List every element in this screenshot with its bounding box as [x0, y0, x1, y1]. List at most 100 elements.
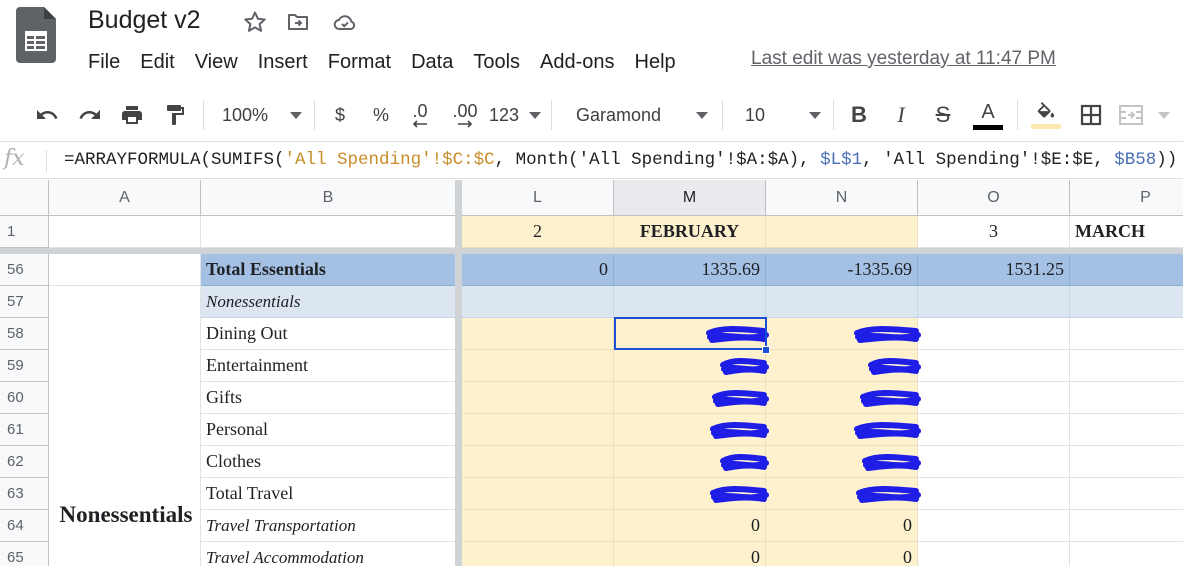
- select-all-corner[interactable]: [0, 180, 49, 216]
- last-edit-link[interactable]: Last edit was yesterday at 11:47 PM: [751, 48, 1056, 70]
- more-formats-button[interactable]: 123: [489, 92, 541, 138]
- cell-m58[interactable]: [614, 318, 766, 350]
- fill-color-button[interactable]: [1028, 92, 1064, 138]
- column-header-a[interactable]: A: [49, 180, 201, 216]
- cell-p56[interactable]: 148: [1070, 254, 1183, 286]
- cell-p59[interactable]: [1070, 350, 1183, 382]
- cell-p58[interactable]: [1070, 318, 1183, 350]
- row-header[interactable]: 1: [0, 216, 49, 248]
- cell-b65[interactable]: Travel Accommodation: [201, 542, 456, 566]
- text-color-button[interactable]: A: [970, 92, 1006, 138]
- cell-p63[interactable]: 19: [1070, 478, 1183, 510]
- cell-l56[interactable]: 0: [462, 254, 614, 286]
- frozen-rows-divider[interactable]: [0, 248, 1183, 254]
- merge-cells-button[interactable]: [1118, 92, 1183, 138]
- cell-b56[interactable]: Total Essentials: [201, 254, 456, 286]
- cell-p1[interactable]: MARCH: [1070, 216, 1183, 248]
- cell-l59[interactable]: [462, 350, 614, 382]
- cell-l63[interactable]: [462, 478, 614, 510]
- print-button[interactable]: [115, 92, 149, 138]
- column-header-b[interactable]: B: [201, 180, 456, 216]
- cloud-saved-icon[interactable]: [333, 10, 357, 34]
- cell-n65[interactable]: 0: [766, 542, 918, 566]
- column-header-o[interactable]: O: [918, 180, 1070, 216]
- menu-view[interactable]: View: [185, 51, 248, 74]
- column-header-p[interactable]: P: [1070, 180, 1183, 216]
- cell-p61[interactable]: 15: [1070, 414, 1183, 446]
- sheets-logo-icon[interactable]: [16, 7, 56, 63]
- row-header[interactable]: 59: [0, 350, 49, 382]
- cell-n56[interactable]: -1335.69: [766, 254, 918, 286]
- cell-n59[interactable]: [766, 350, 918, 382]
- cell-o1[interactable]: 3: [918, 216, 1070, 248]
- fill-handle[interactable]: [762, 346, 770, 354]
- column-header-m[interactable]: M: [614, 180, 766, 216]
- borders-button[interactable]: [1074, 92, 1108, 138]
- zoom-select[interactable]: 100%: [214, 92, 306, 138]
- cell-l65[interactable]: [462, 542, 614, 566]
- row-header[interactable]: 61: [0, 414, 49, 446]
- cell-n57[interactable]: [766, 286, 918, 318]
- star-icon[interactable]: [243, 10, 267, 34]
- strikethrough-button[interactable]: S: [928, 92, 958, 138]
- cell-o57[interactable]: [918, 286, 1070, 318]
- cell-b59[interactable]: Entertainment: [201, 350, 456, 382]
- italic-button[interactable]: I: [886, 92, 916, 138]
- spreadsheet-grid[interactable]: A B L M N O P 1 2 FEBRUARY 3 MARCH 56 Total Essential…: [0, 180, 1183, 566]
- cell-p65[interactable]: [1070, 542, 1183, 566]
- cell-b57[interactable]: Nonessentials: [201, 286, 456, 318]
- cell-b64[interactable]: Travel Transportation: [201, 510, 456, 542]
- cell-m63[interactable]: [614, 478, 766, 510]
- menu-tools[interactable]: Tools: [463, 51, 530, 74]
- frozen-columns-divider[interactable]: [455, 180, 462, 566]
- cell-l62[interactable]: [462, 446, 614, 478]
- format-currency-button[interactable]: $: [326, 92, 354, 138]
- row-header[interactable]: 62: [0, 446, 49, 478]
- cell-l57[interactable]: [462, 286, 614, 318]
- menu-add-ons[interactable]: Add-ons: [530, 51, 625, 74]
- row-header[interactable]: 64: [0, 510, 49, 542]
- cell-n61[interactable]: [766, 414, 918, 446]
- font-family-select[interactable]: Garamond: [564, 92, 712, 138]
- cell-n58[interactable]: [766, 318, 918, 350]
- cell-m61[interactable]: [614, 414, 766, 446]
- cell-o56[interactable]: 1531.25: [918, 254, 1070, 286]
- menu-insert[interactable]: Insert: [248, 51, 318, 74]
- cell-m59[interactable]: [614, 350, 766, 382]
- cell-b60[interactable]: Gifts: [201, 382, 456, 414]
- menu-data[interactable]: Data: [401, 51, 463, 74]
- column-header-l[interactable]: L: [462, 180, 614, 216]
- cell-b63[interactable]: Total Travel: [201, 478, 456, 510]
- document-title[interactable]: Budget v2: [88, 6, 201, 35]
- menu-edit[interactable]: Edit: [130, 51, 184, 74]
- cell-n64[interactable]: 0: [766, 510, 918, 542]
- cell-o61[interactable]: [918, 414, 1070, 446]
- cell-n62[interactable]: [766, 446, 918, 478]
- cell-o62[interactable]: [918, 446, 1070, 478]
- formula-input[interactable]: =ARRAYFORMULA(SUMIFS('All Spending'!$C:$…: [64, 150, 1177, 170]
- cell-b58[interactable]: Dining Out: [201, 318, 456, 350]
- redo-button[interactable]: [73, 92, 107, 138]
- cell-m65[interactable]: 0: [614, 542, 766, 566]
- nonessentials-section-label[interactable]: Nonessentials: [50, 498, 202, 566]
- cell-p64[interactable]: 1: [1070, 510, 1183, 542]
- move-to-folder-icon[interactable]: [286, 10, 310, 34]
- cell-p62[interactable]: [1070, 446, 1183, 478]
- format-percent-button[interactable]: %: [366, 92, 396, 138]
- row-header[interactable]: 57: [0, 286, 49, 318]
- cell-o63[interactable]: [918, 478, 1070, 510]
- row-header[interactable]: 58: [0, 318, 49, 350]
- cell-m60[interactable]: [614, 382, 766, 414]
- column-header-n[interactable]: N: [766, 180, 918, 216]
- increase-decimal-button[interactable]: .00: [446, 92, 484, 138]
- menu-file[interactable]: File: [78, 51, 130, 74]
- cell-b61[interactable]: Personal: [201, 414, 456, 446]
- cell-m56[interactable]: 1335.69: [614, 254, 766, 286]
- cell-l1[interactable]: 2: [462, 216, 614, 248]
- menu-format[interactable]: Format: [318, 51, 401, 74]
- bold-button[interactable]: B: [844, 92, 874, 138]
- cell-l58[interactable]: [462, 318, 614, 350]
- cell-o60[interactable]: [918, 382, 1070, 414]
- cell-o59[interactable]: [918, 350, 1070, 382]
- paint-format-button[interactable]: [158, 92, 192, 138]
